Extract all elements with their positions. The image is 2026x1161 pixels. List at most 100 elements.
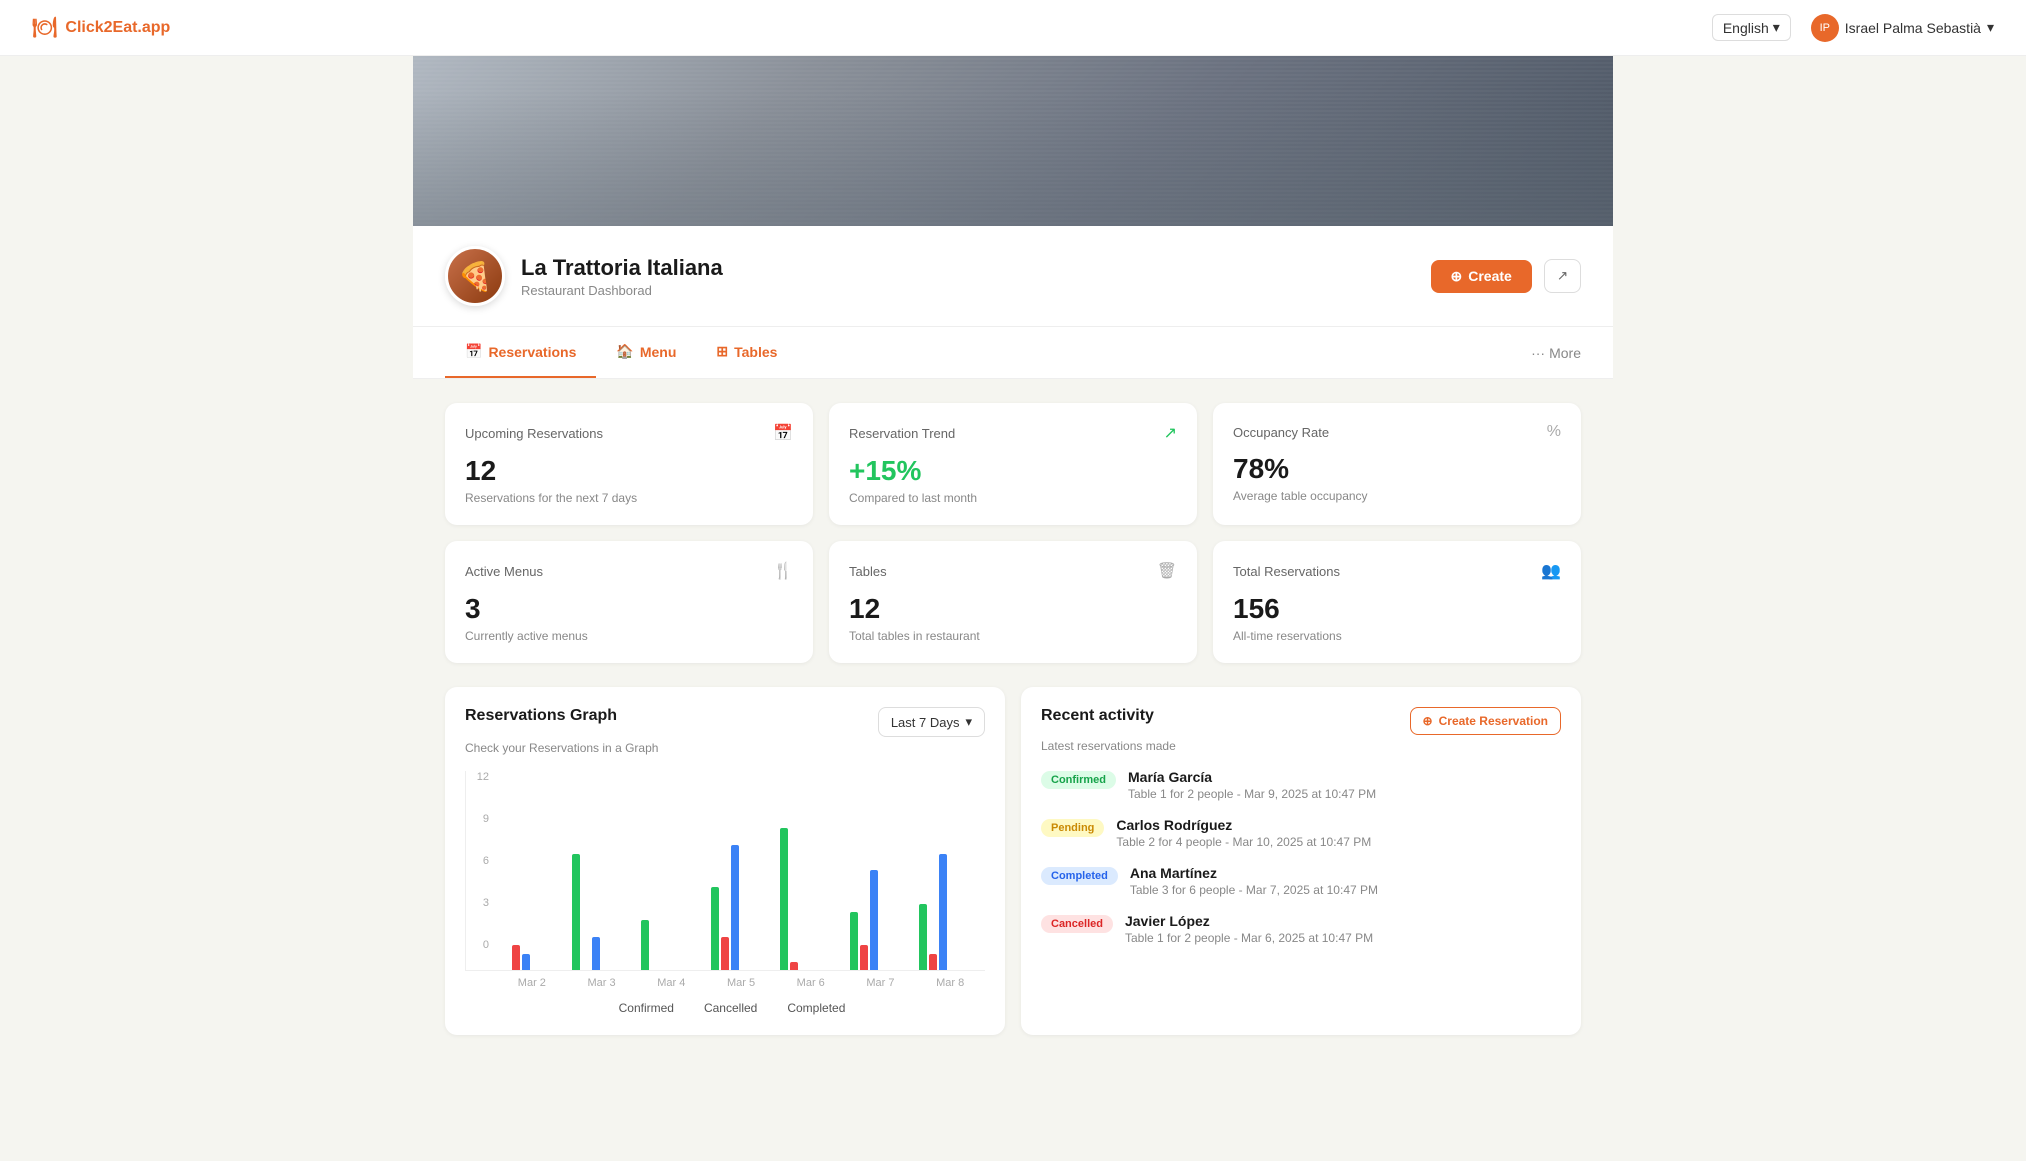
y-label-12: 12 [477,771,489,783]
navbar-right: English ▾ IP Israel Palma Sebastià ▾ [1712,14,1994,42]
tab-tables[interactable]: ⊞ Tables [696,327,797,378]
activity-name: Ana Martínez [1130,865,1561,881]
x-label-mar2: Mar 2 [497,977,567,989]
activity-info: Javier López Table 1 for 2 people - Mar … [1125,913,1561,945]
stat-desc-tables: Total tables in restaurant [849,629,1177,643]
period-label: Last 7 Days [891,715,960,730]
activity-item: Cancelled Javier López Table 1 for 2 peo… [1041,913,1561,945]
stat-card-total: Total Reservations 👥 156 All-time reserv… [1213,541,1581,663]
bar-group-mar7 [846,870,916,970]
stat-label-upcoming: Upcoming Reservations [465,426,603,441]
home-icon: 🏠 [616,343,633,360]
fork-knife-icon: 🍽 [32,15,57,40]
legend-cancelled: Cancelled [690,1001,757,1015]
bar-completed [731,845,739,970]
stats-grid: Upcoming Reservations 📅 12 Reservations … [445,403,1581,663]
external-link-icon: ↗ [1557,268,1568,283]
stat-label-menus: Active Menus [465,564,543,579]
create-reservation-label: Create Reservation [1439,714,1548,728]
restaurant-actions: ⊕ Create ↗ [1431,259,1582,293]
language-selector[interactable]: English ▾ [1712,14,1791,41]
chevron-down-icon: ▾ [1773,19,1780,36]
create-button[interactable]: ⊕ Create [1431,260,1532,293]
create-button-label: Create [1468,268,1512,284]
percent-icon: % [1547,423,1561,441]
stat-value-tables: 12 [849,593,1177,625]
activity-detail: Table 1 for 2 people - Mar 6, 2025 at 10… [1125,931,1561,945]
bar-group-mar2 [498,945,568,970]
chevron-down-icon: ▾ [1987,19,1994,36]
stat-card-header: Reservation Trend ↗ [849,423,1177,443]
stat-label-trend: Reservation Trend [849,426,955,441]
bar-cancelled [721,937,729,970]
stat-desc-menus: Currently active menus [465,629,793,643]
y-label-6: 6 [483,855,489,867]
table-icon: 🗑 [1157,561,1177,581]
stat-value-upcoming: 12 [465,455,793,487]
bar-completed [592,937,600,970]
stat-value-menus: 3 [465,593,793,625]
x-label-mar7: Mar 7 [846,977,916,989]
banner-buildings [413,56,1613,226]
bar-chart: 12 9 6 3 0 [465,771,985,1015]
bar-completed [939,854,947,970]
user-menu[interactable]: IP Israel Palma Sebastià ▾ [1811,14,1994,42]
activity-item: Confirmed María García Table 1 for 2 peo… [1041,769,1561,801]
tab-menu[interactable]: 🏠 Menu [596,327,696,378]
stat-card-upcoming: Upcoming Reservations 📅 12 Reservations … [445,403,813,525]
grid-icon: ⊞ [716,343,728,360]
status-badge: Pending [1041,819,1104,837]
bar-confirmed [711,887,719,970]
tab-tables-label: Tables [734,344,777,360]
stat-label-occupancy: Occupancy Rate [1233,425,1329,440]
chart-area-wrapper: 12 9 6 3 0 [465,771,985,971]
bar-group-mar3 [568,854,638,970]
bar-cancelled [512,945,520,970]
avatar: IP [1811,14,1839,42]
more-label: More [1549,345,1581,361]
legend-label-confirmed: Confirmed [619,1001,674,1015]
restaurant-text: La Trattoria Italiana Restaurant Dashbor… [521,255,723,298]
stat-card-occupancy: Occupancy Rate % 78% Average table occup… [1213,403,1581,525]
graph-title: Reservations Graph [465,707,617,725]
chart-legend: Confirmed Cancelled Completed [465,1001,985,1015]
activity-subtitle: Latest reservations made [1041,739,1561,753]
stat-desc-trend: Compared to last month [849,491,1177,505]
activity-detail: Table 1 for 2 people - Mar 9, 2025 at 10… [1128,787,1561,801]
activity-name: María García [1128,769,1561,785]
stat-card-header: Active Menus 🍴 [465,561,793,581]
graph-card: Reservations Graph Last 7 Days ▾ Check y… [445,687,1005,1035]
legend-dot-cancelled [690,1003,700,1013]
stat-value-total: 156 [1233,593,1561,625]
x-label-mar4: Mar 4 [636,977,706,989]
bar-confirmed [919,904,927,970]
calendar-icon: 📅 [773,423,793,443]
x-axis: Mar 2 Mar 3 Mar 4 Mar 5 Mar 6 Mar 7 Mar … [465,977,985,989]
graph-subtitle: Check your Reservations in a Graph [465,741,985,755]
activity-info: María García Table 1 for 2 people - Mar … [1128,769,1561,801]
external-link-button[interactable]: ↗ [1544,259,1581,293]
legend-completed: Completed [773,1001,845,1015]
legend-label-cancelled: Cancelled [704,1001,757,1015]
bar-group-mar6 [776,828,846,970]
more-menu[interactable]: ··· More [1531,329,1581,377]
restaurant-header: 🍕 La Trattoria Italiana Restaurant Dashb… [413,226,1613,327]
brand-logo[interactable]: 🍽 Click2Eat.app [32,15,170,40]
bar-cancelled [790,962,798,970]
nav-tabs: 📅 Reservations 🏠 Menu ⊞ Tables ··· More [413,327,1613,379]
stat-value-occupancy: 78% [1233,453,1561,485]
lang-label: English [1723,20,1769,36]
hero-banner [413,56,1613,226]
activity-title: Recent activity [1041,707,1154,725]
stat-card-header: Tables 🗑 [849,561,1177,581]
tab-reservations[interactable]: 📅 Reservations [445,327,596,378]
restaurant-info: 🍕 La Trattoria Italiana Restaurant Dashb… [445,246,723,306]
bar-confirmed [780,828,788,970]
calendar-icon: 📅 [465,343,482,360]
activity-info: Ana Martínez Table 3 for 6 people - Mar … [1130,865,1561,897]
stat-desc-occupancy: Average table occupancy [1233,489,1561,503]
period-selector[interactable]: Last 7 Days ▾ [878,707,985,737]
restaurant-logo: 🍕 [445,246,505,306]
create-reservation-button[interactable]: ⊕ Create Reservation [1410,707,1561,735]
stat-card-header: Upcoming Reservations 📅 [465,423,793,443]
